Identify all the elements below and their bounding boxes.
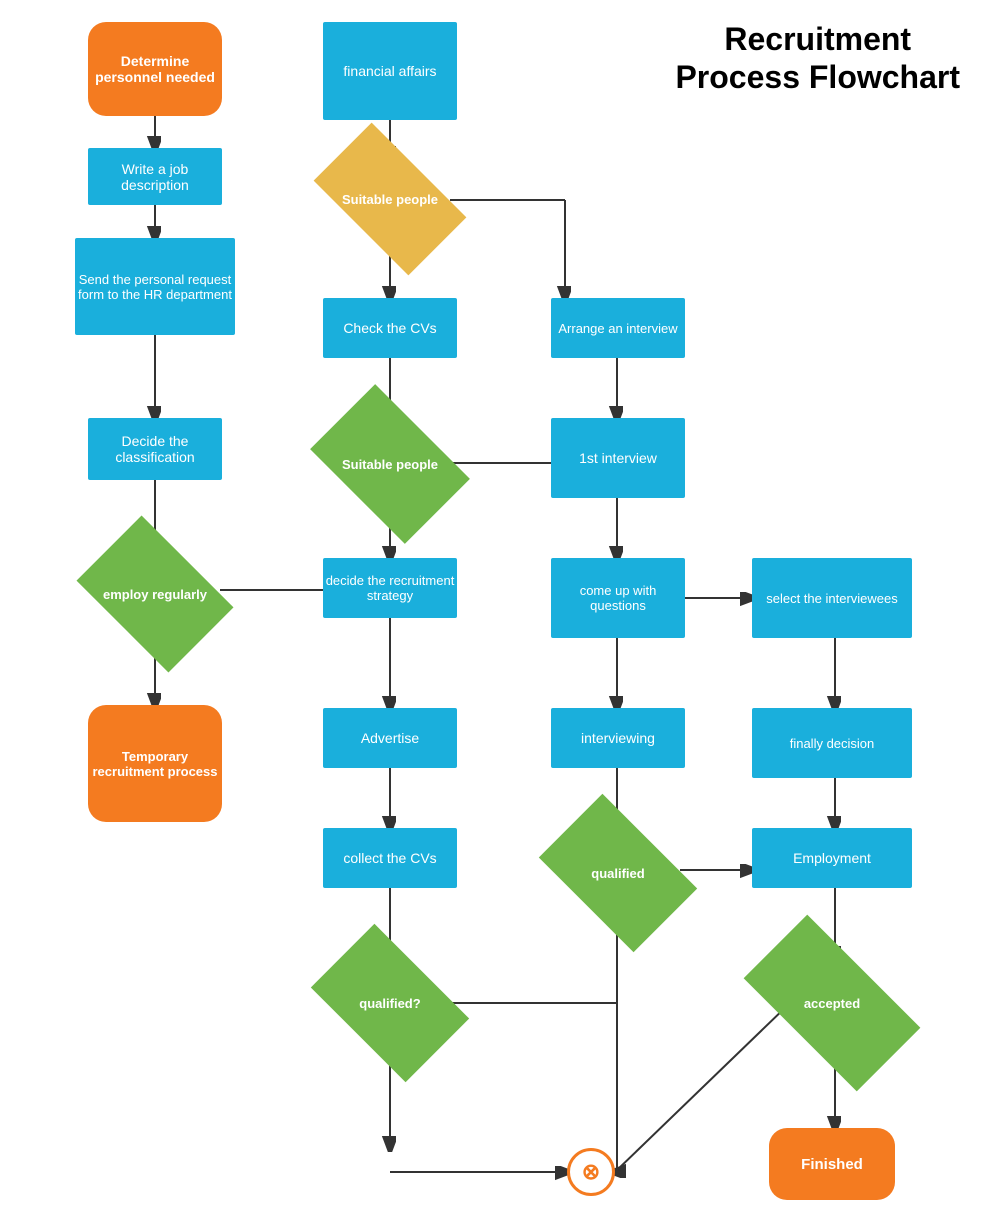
write-job-node: Write a job description xyxy=(88,148,222,205)
send-personal-node: Send the personal request form to the HR… xyxy=(75,238,235,335)
suitable1-diamond: Suitable people xyxy=(323,158,457,240)
finally-node: finally decision xyxy=(752,708,912,778)
financial-node: financial affairs xyxy=(323,22,457,120)
temporary-node: Temporary recruitment process xyxy=(88,705,222,822)
determine-node: Determine personnel needed xyxy=(88,22,222,116)
check-cvs-node: Check the CVs xyxy=(323,298,457,358)
qualified1-diamond: qualified? xyxy=(323,958,457,1048)
cancel-node: ⊗ xyxy=(567,1148,615,1196)
come-up-node: come up with questions xyxy=(551,558,685,638)
employ-regularly-diamond: employ regularly xyxy=(90,548,220,640)
decide-recruitment-node: decide the recruitment strategy xyxy=(323,558,457,618)
interviewing-node: interviewing xyxy=(551,708,685,768)
arrange-node: Arrange an interview xyxy=(551,298,685,358)
flowchart: RecruitmentProcess Flowchart xyxy=(0,0,1000,1219)
accepted-diamond: accepted xyxy=(752,958,912,1048)
employment-node: Employment xyxy=(752,828,912,888)
qualified2-diamond: qualified xyxy=(551,828,685,918)
select-node: select the interviewees xyxy=(752,558,912,638)
collect-cvs-node: collect the CVs xyxy=(323,828,457,888)
page-title: RecruitmentProcess Flowchart xyxy=(675,20,960,97)
finished-node: Finished xyxy=(769,1128,895,1200)
first-interview-node: 1st interview xyxy=(551,418,685,498)
advertise-node: Advertise xyxy=(323,708,457,768)
suitable2-diamond: Suitable people xyxy=(323,418,457,510)
decide-class-node: Decide the classification xyxy=(88,418,222,480)
